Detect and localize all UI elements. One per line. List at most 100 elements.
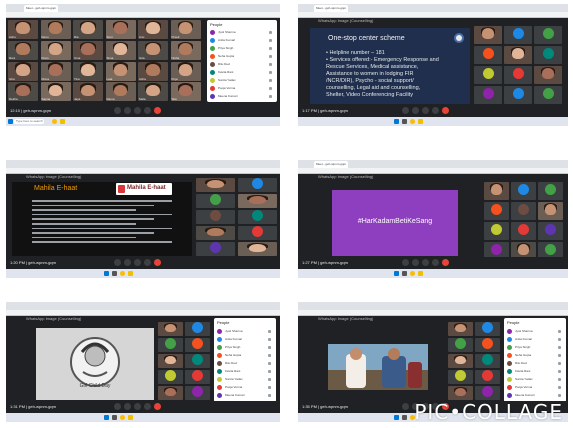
participant-tile[interactable] xyxy=(538,202,563,220)
participant-tile[interactable] xyxy=(475,322,500,336)
participant-tile[interactable] xyxy=(448,370,473,384)
participant-tile[interactable] xyxy=(538,222,563,240)
participant-tile[interactable]: Mala xyxy=(138,82,168,102)
mic-button[interactable] xyxy=(114,107,121,114)
start-icon[interactable] xyxy=(104,271,109,276)
participant-tile[interactable] xyxy=(511,182,536,200)
more-options-icon[interactable] xyxy=(269,31,272,34)
start-icon[interactable] xyxy=(8,119,13,124)
participant-tile[interactable]: Preeti xyxy=(170,20,201,39)
more-options-icon[interactable] xyxy=(268,354,271,357)
participant-tile[interactable] xyxy=(185,322,210,336)
participant-tile[interactable] xyxy=(475,338,500,352)
browser-tab[interactable]: Meet - geh-wpnm-gqm xyxy=(24,5,58,12)
people-list-item[interactable]: Jyoti Sharma xyxy=(217,328,273,335)
people-list-item[interactable]: Neha Gupta xyxy=(217,352,273,359)
people-list-item[interactable]: Pooja Verma xyxy=(507,384,563,391)
more-options-icon[interactable] xyxy=(558,378,561,381)
search-icon[interactable] xyxy=(112,415,117,420)
people-list-item[interactable]: Kavita Rani xyxy=(217,368,273,375)
people-list-item[interactable]: Meena Kumari xyxy=(217,392,273,399)
people-list-item[interactable]: Pooja Verma xyxy=(217,384,273,391)
explorer-icon[interactable] xyxy=(60,119,65,124)
browser-tab[interactable]: Meet - geh-wpnm-gqm xyxy=(314,5,348,12)
participant-tile[interactable] xyxy=(196,194,235,208)
taskbar-search[interactable]: Type here to search xyxy=(14,119,44,124)
mic-button[interactable] xyxy=(402,107,409,114)
people-list-item[interactable]: Ritu Devi xyxy=(217,360,273,367)
participant-tile[interactable]: Ria xyxy=(73,20,103,39)
participant-tile[interactable] xyxy=(158,370,183,384)
mic-button[interactable] xyxy=(114,403,121,410)
people-list-item[interactable]: Sunita Yadav xyxy=(217,376,273,383)
more-options-icon[interactable] xyxy=(269,95,272,98)
mic-button[interactable] xyxy=(114,259,121,266)
participant-tile[interactable] xyxy=(448,386,473,400)
participant-tile[interactable] xyxy=(238,178,277,192)
leave-call-button[interactable] xyxy=(154,403,161,410)
participant-tile[interactable]: Renu xyxy=(40,20,71,39)
more-options-icon[interactable] xyxy=(268,330,271,333)
participant-tile[interactable] xyxy=(238,242,277,256)
more-options-icon[interactable] xyxy=(269,63,272,66)
participant-tile[interactable]: Sima xyxy=(105,40,136,60)
captions-button[interactable] xyxy=(134,403,141,410)
people-list-item[interactable]: Neha Gupta xyxy=(210,53,274,60)
people-list-item[interactable]: Anita Kumari xyxy=(217,336,273,343)
chrome-icon[interactable] xyxy=(52,119,57,124)
participant-tile[interactable]: Sapna xyxy=(40,82,71,102)
people-list-item[interactable]: Priya Singh xyxy=(210,45,274,52)
participant-tile[interactable] xyxy=(474,26,502,44)
more-options-icon[interactable] xyxy=(558,386,561,389)
participant-tile[interactable] xyxy=(475,370,500,384)
participant-tile[interactable] xyxy=(484,182,509,200)
captions-button[interactable] xyxy=(134,107,141,114)
start-icon[interactable] xyxy=(104,415,109,420)
camera-button[interactable] xyxy=(124,403,131,410)
participant-tile[interactable] xyxy=(534,26,562,44)
participant-tile[interactable]: Mona xyxy=(40,61,71,81)
browser-tab[interactable]: Meet - geh-wpnm-gqm xyxy=(314,161,348,168)
chrome-icon[interactable] xyxy=(120,271,125,276)
present-button[interactable] xyxy=(144,403,151,410)
more-options-icon[interactable] xyxy=(558,362,561,365)
participant-tile[interactable]: Isha xyxy=(8,61,38,81)
people-list-item[interactable]: Anita Kumari xyxy=(210,37,274,44)
leave-call-button[interactable] xyxy=(442,107,449,114)
people-list-item[interactable]: Anita Kumari xyxy=(507,336,563,343)
people-list-item[interactable]: Pooja Verma xyxy=(210,85,274,92)
people-list-item[interactable]: Jyoti Sharma xyxy=(507,328,563,335)
start-icon[interactable] xyxy=(394,119,399,124)
participant-tile[interactable] xyxy=(448,338,473,352)
people-list-item[interactable]: Sunita Yadav xyxy=(507,376,563,383)
participant-tile[interactable] xyxy=(185,386,210,400)
search-icon[interactable] xyxy=(402,119,407,124)
more-options-icon[interactable] xyxy=(269,79,272,82)
participant-tile[interactable] xyxy=(448,322,473,336)
people-list-item[interactable]: Priya Singh xyxy=(507,344,563,351)
captions-button[interactable] xyxy=(422,259,429,266)
participant-tile[interactable] xyxy=(196,210,235,224)
people-list-item[interactable]: Jyoti Sharma xyxy=(210,29,274,36)
people-list-item[interactable]: Priya Singh xyxy=(217,344,273,351)
more-options-icon[interactable] xyxy=(268,378,271,381)
leave-call-button[interactable] xyxy=(154,107,161,114)
chrome-icon[interactable] xyxy=(410,271,415,276)
participant-tile[interactable] xyxy=(196,226,235,240)
address-bar[interactable] xyxy=(6,12,280,18)
camera-button[interactable] xyxy=(124,259,131,266)
chrome-icon[interactable] xyxy=(410,119,415,124)
people-list-item[interactable]: Neha Gupta xyxy=(507,352,563,359)
participant-tile[interactable] xyxy=(158,338,183,352)
participant-tile[interactable] xyxy=(484,222,509,240)
present-button[interactable] xyxy=(144,107,151,114)
participant-tile[interactable] xyxy=(158,354,183,368)
participant-tile[interactable]: Asha xyxy=(138,61,168,81)
more-options-icon[interactable] xyxy=(268,338,271,341)
mic-button[interactable] xyxy=(402,403,409,410)
participant-tile[interactable]: Anu xyxy=(138,20,168,39)
leave-call-button[interactable] xyxy=(154,259,161,266)
participant-tile[interactable] xyxy=(185,370,210,384)
participant-tile[interactable] xyxy=(504,46,532,64)
participant-tile[interactable] xyxy=(474,86,502,104)
